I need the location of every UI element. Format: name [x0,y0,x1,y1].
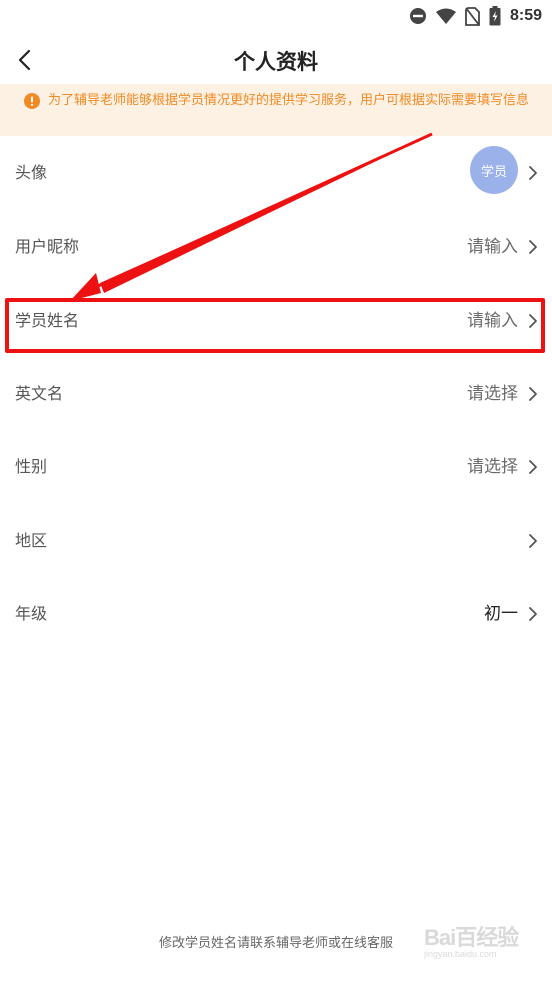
row-english-name[interactable]: 英文名 请选择 [0,357,552,431]
status-icons: 8:59 [409,5,542,27]
row-label: 学员姓名 [15,311,80,330]
watermark-logo: Bai百经验 [424,925,519,950]
row-label: 头像 [15,163,48,182]
do-not-disturb-icon [409,8,426,24]
row-nickname[interactable]: 用户昵称 请输入 [0,210,552,284]
battery-icon [489,6,501,26]
row-label: 英文名 [15,384,64,403]
row-student-name[interactable]: 学员姓名 请输入 [0,284,552,358]
row-label: 性别 [15,457,48,476]
baidu-jingyan-watermark: Bai百经验 jingyan.baidu.com [424,920,546,968]
chevron-right-icon [529,240,537,254]
row-region[interactable]: 地区 [0,504,552,578]
row-value: 初一 [484,604,518,624]
row-avatar[interactable]: 头像 学员 [0,136,552,210]
footer-note-text: 修改学员姓名请联系辅导老师或在线客服 [158,936,393,951]
chevron-right-icon [529,460,537,474]
chevron-right-icon [529,314,537,328]
row-label: 地区 [15,531,48,550]
avatar[interactable]: 学员 [470,146,518,194]
row-grade[interactable]: 年级 初一 [0,577,552,651]
chevron-right-icon [529,534,537,548]
wifi-icon [435,8,456,24]
row-value: 请选择 [467,384,518,404]
status-time: 8:59 [509,7,542,24]
row-gender[interactable]: 性别 请选择 [0,430,552,504]
row-label: 年级 [15,604,48,623]
warning-circle-icon [24,93,40,109]
row-label: 用户昵称 [15,237,80,256]
row-value: 请选择 [467,457,518,477]
no-sim-icon [465,6,480,26]
nav-bar: 个人资料 [0,36,552,84]
page-title: 个人资料 [234,50,318,74]
row-value: 请输入 [467,237,518,257]
watermark-url: jingyan.baidu.com [424,949,497,959]
status-bar: 8:59 [0,0,552,34]
notice-text: 为了辅导老师能够根据学员情况更好的提供学习服务，用户可根据实际需要填写信息 [48,93,530,108]
chevron-right-icon [529,607,537,621]
row-value: 请输入 [467,311,518,331]
chevron-right-icon [529,387,537,401]
chevron-right-icon [529,166,537,180]
notice-banner: 为了辅导老师能够根据学员情况更好的提供学习服务，用户可根据实际需要填写信息 [0,84,552,136]
